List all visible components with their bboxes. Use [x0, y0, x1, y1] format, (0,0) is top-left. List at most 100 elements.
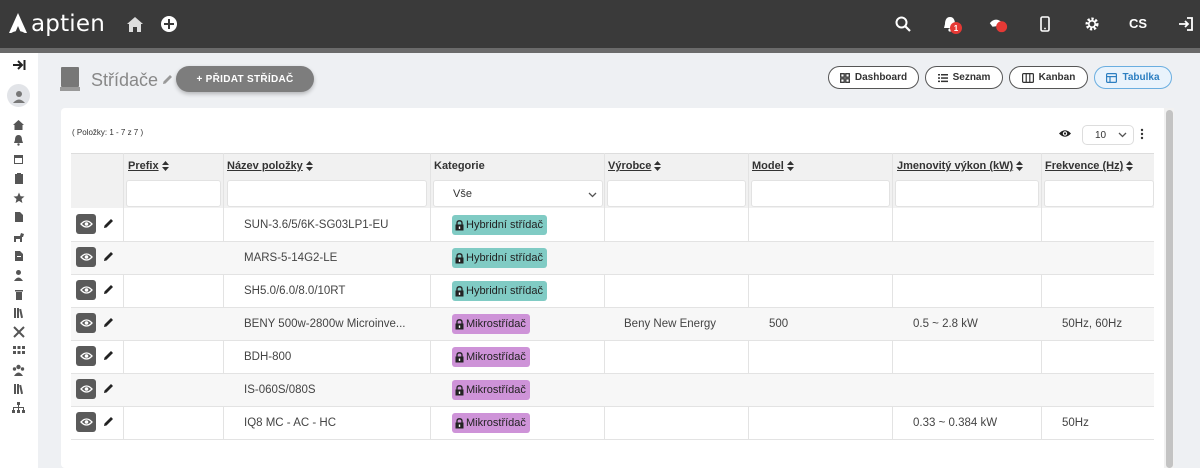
edit-item-pencil-icon[interactable] [103, 317, 114, 331]
sidebar-library-icon[interactable] [11, 382, 26, 395]
add-circle-icon[interactable] [159, 14, 179, 34]
sidebar-books-icon[interactable] [11, 306, 26, 319]
mobile-icon[interactable] [1035, 14, 1055, 34]
sidebar-file-icon[interactable] [11, 249, 26, 262]
settings-gear-icon[interactable] [1082, 14, 1102, 34]
view-dashboard-button[interactable]: Dashboard [828, 66, 919, 89]
category-tag: Hybridní střídač [452, 248, 548, 268]
view-item-eye-icon[interactable] [76, 247, 96, 267]
item-name-cell[interactable]: BDH-800 [244, 351, 291, 363]
view-item-eye-icon[interactable] [76, 346, 96, 366]
column-header-frequency[interactable]: Frekvence (Hz) [1045, 160, 1134, 172]
table-row[interactable]: SUN-3.6/5/6K-SG03LP1-EU Hybridní střídač [71, 209, 1154, 242]
kanban-icon [1021, 72, 1034, 83]
column-label-frequency: Frekvence (Hz) [1045, 160, 1124, 172]
table-row[interactable]: BENY 500w-2800w Microinve... Mikrostřídač… [71, 308, 1154, 341]
table-row[interactable]: IQ8 MC - AC - HC Mikrostřídač 0.33 ~ 0.384… [71, 407, 1154, 440]
table-icon [1106, 72, 1118, 83]
item-name-cell[interactable]: IS-060S/080S [244, 384, 316, 396]
edit-title-pencil-icon[interactable] [162, 74, 173, 88]
language-switch[interactable]: CS [1129, 16, 1147, 31]
edit-item-pencil-icon[interactable] [103, 383, 114, 397]
filter-power-input[interactable] [895, 180, 1039, 207]
sidebar-home-icon[interactable] [11, 118, 26, 131]
sidebar-person-icon[interactable] [11, 268, 26, 281]
sidebar-document-icon[interactable] [11, 210, 26, 223]
item-name-cell[interactable]: IQ8 MC - AC - HC [244, 417, 336, 429]
logout-icon[interactable] [1176, 14, 1196, 34]
column-header-model[interactable]: Model [752, 160, 794, 172]
edit-item-pencil-icon[interactable] [103, 218, 114, 232]
sidebar-dog-icon[interactable] [11, 230, 26, 243]
filter-name-input[interactable] [227, 180, 427, 207]
notification-badge: 1 [950, 22, 962, 34]
edit-item-pencil-icon[interactable] [103, 284, 114, 298]
lock-icon [455, 219, 464, 230]
sidebar-star-icon[interactable] [11, 191, 26, 204]
sort-icon [786, 161, 794, 171]
sidebar-grid-icon[interactable] [11, 344, 26, 357]
column-label-category: Kategorie [434, 160, 485, 172]
edit-item-pencil-icon[interactable] [103, 350, 114, 364]
item-name-cell[interactable]: MARS-5-14G2-LE [244, 252, 337, 264]
sidebar-trash-icon[interactable] [11, 287, 26, 300]
more-options-icon[interactable] [1140, 128, 1144, 143]
item-name-cell[interactable]: SUN-3.6/5/6K-SG03LP1-EU [244, 219, 388, 231]
filter-frequency-input[interactable] [1044, 180, 1154, 207]
filter-model-input[interactable] [751, 180, 890, 207]
list-icon [937, 73, 948, 82]
column-header-power[interactable]: Jmenovitý výkon (kW) [897, 160, 1024, 172]
edit-item-pencil-icon[interactable] [103, 251, 114, 265]
view-item-eye-icon[interactable] [76, 379, 96, 399]
category-tag-label: Hybridní střídač [466, 252, 544, 264]
item-name-cell[interactable]: SH5.0/6.0/8.0/10RT [244, 285, 345, 297]
category-tag-label: Mikrostřídač [466, 417, 526, 429]
filter-category-select[interactable]: Vše [433, 180, 603, 207]
top-bar [0, 0, 1200, 48]
lock-icon [455, 417, 464, 428]
app-logo[interactable]: aptien [8, 10, 105, 38]
scrollbar-thumb[interactable] [1166, 110, 1173, 468]
table-row[interactable]: SH5.0/6.0/8.0/10RT Hybridní střídač [71, 275, 1154, 308]
column-header-prefix[interactable]: Prefix [128, 160, 169, 172]
sidebar-org-chart-icon[interactable] [11, 401, 26, 414]
edit-item-pencil-icon[interactable] [103, 416, 114, 430]
category-tag: Mikrostřídač [452, 380, 530, 400]
column-visibility-eye-icon[interactable] [1058, 128, 1072, 142]
add-inverter-button[interactable]: + PŘIDAT STŘÍDAČ [176, 66, 314, 92]
filter-manufacturer-input[interactable] [607, 180, 746, 207]
item-name-cell[interactable]: BENY 500w-2800w Microinve... [244, 318, 406, 330]
logo-mark-icon [9, 13, 27, 36]
sidebar-users-icon[interactable] [11, 363, 26, 376]
column-header-manufacturer[interactable]: Výrobce [608, 160, 662, 172]
reminder-icon[interactable] [988, 14, 1008, 34]
table-row[interactable]: IS-060S/080S Mikrostřídač [71, 374, 1154, 407]
sidebar-tools-icon[interactable] [11, 325, 26, 338]
user-avatar[interactable] [7, 84, 30, 107]
column-header-name[interactable]: Název položky [227, 160, 313, 172]
sort-icon [654, 161, 662, 171]
search-icon[interactable] [893, 14, 913, 34]
lock-icon [455, 318, 464, 329]
view-table-button[interactable]: Tabulka [1094, 66, 1172, 89]
view-item-eye-icon[interactable] [76, 313, 96, 333]
table-row[interactable]: BDH-800 Mikrostřídač [71, 341, 1154, 374]
view-list-button[interactable]: Seznam [925, 66, 1003, 89]
lock-icon [455, 252, 464, 263]
category-tag: Mikrostřídač [452, 347, 530, 367]
home-icon[interactable] [125, 14, 145, 34]
view-item-eye-icon[interactable] [76, 412, 96, 432]
view-kanban-button[interactable]: Kanban [1009, 66, 1088, 89]
table-row[interactable]: MARS-5-14G2-LE Hybridní střídač [71, 242, 1154, 275]
view-item-eye-icon[interactable] [76, 280, 96, 300]
sidebar-clipboard-icon[interactable] [11, 171, 26, 184]
sidebar-expand-icon[interactable] [11, 58, 26, 71]
sidebar-bell-icon[interactable] [11, 133, 26, 146]
view-item-eye-icon[interactable] [76, 214, 96, 234]
filter-prefix-input[interactable] [126, 180, 221, 207]
sidebar-calendar-icon[interactable] [11, 152, 26, 165]
category-tag-label: Mikrostřídač [466, 351, 526, 363]
lock-icon [455, 351, 464, 362]
page-size-select[interactable]: 10 [1082, 125, 1134, 145]
column-label-name: Název položky [227, 160, 303, 172]
